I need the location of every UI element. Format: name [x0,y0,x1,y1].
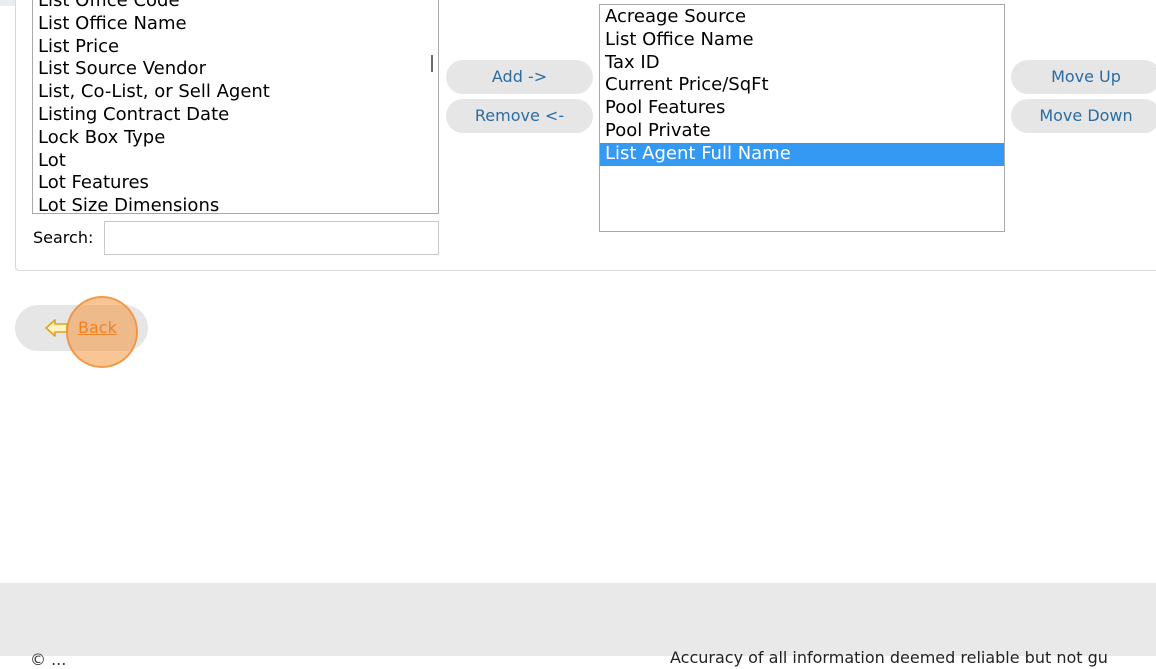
list-item[interactable]: List Source Vendor [33,58,438,81]
footer-copyright: © ... [30,650,67,669]
remove-button[interactable]: Remove <- [446,99,593,133]
list-item[interactable]: Lot [33,150,438,173]
list-item[interactable]: List Office Name [600,29,1004,52]
add-button[interactable]: Add -> [446,60,593,94]
search-input[interactable] [104,221,439,255]
list-item[interactable]: Lot Features [33,172,438,195]
list-item[interactable]: Lock Box Type [33,127,438,150]
list-item[interactable]: List, Co-List, or Sell Agent [33,81,438,104]
list-item[interactable]: Lot Size Dimensions [33,195,438,213]
search-label: Search: [33,228,94,247]
left-arrow-icon [45,319,68,337]
list-item[interactable]: List Price [33,36,438,59]
move-down-button[interactable]: Move Down [1011,99,1156,133]
selected-fields-list[interactable]: Acreage Source List Office Name Tax ID C… [599,4,1005,232]
list-scrollbar[interactable] [431,55,433,72]
footer-disclaimer: Accuracy of all information deemed relia… [670,648,1108,667]
list-item[interactable]: Pool Features [600,97,1004,120]
list-item[interactable]: Listing Contract Date [33,104,438,127]
list-item[interactable]: List Office Code [33,0,438,13]
list-item-selected[interactable]: List Agent Full Name [600,142,1004,166]
list-item[interactable]: List Office Name [33,13,438,36]
available-fields-list[interactable]: List Office Code List Office Name List P… [32,0,439,214]
list-item[interactable]: Tax ID [600,52,1004,75]
footer [0,583,1156,656]
list-item[interactable]: Acreage Source [600,6,1004,29]
move-up-button[interactable]: Move Up [1011,60,1156,94]
back-link[interactable]: Back [78,318,117,338]
list-item[interactable]: Pool Private [600,120,1004,143]
list-item[interactable]: Current Price/SqFt [600,74,1004,97]
